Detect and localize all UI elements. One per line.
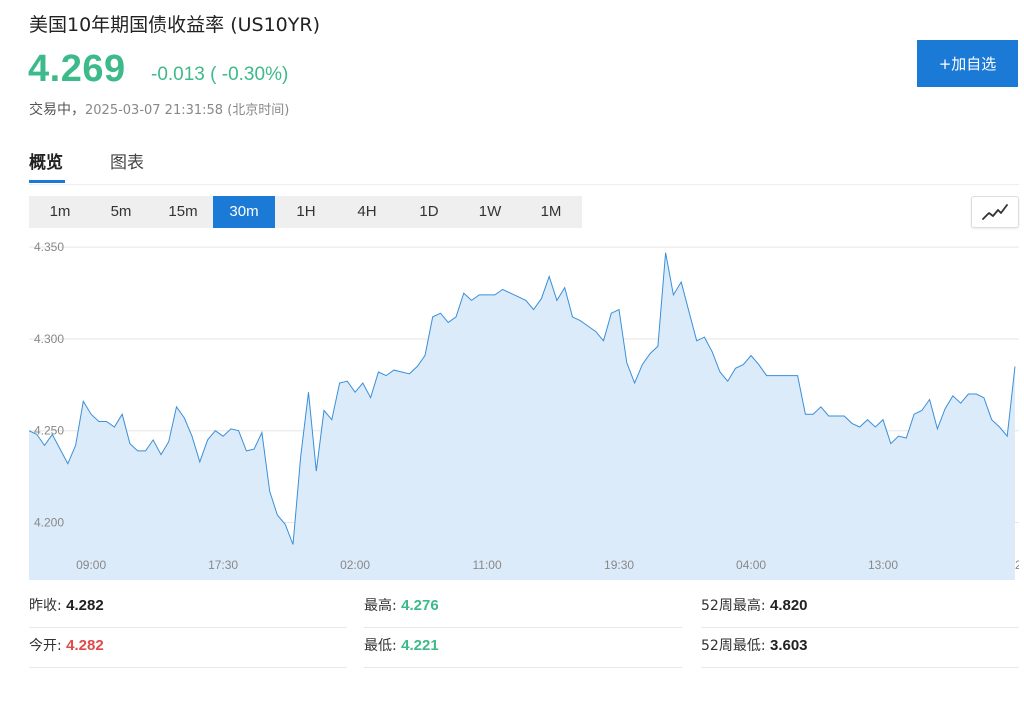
y-tick-label: 4.300 [34,332,64,346]
stat-label: 昨收: [29,598,62,614]
stat-value: 4.282 [66,637,104,654]
x-tick-label: 09:00 [76,558,106,572]
active-tab-indicator [29,180,65,183]
stat-label: 最高: [364,598,397,614]
period-1w[interactable]: 1W [459,196,521,228]
stat-prev-close: 昨收: 4.282 [29,588,347,628]
x-tick-label: 21:3 [1015,558,1019,572]
x-tick-label: 13:00 [868,558,898,572]
x-tick-label: 02:00 [340,558,370,572]
stat-label: 52周最高: [701,598,766,614]
chart-type-button[interactable] [971,196,1019,228]
x-tick-label: 04:00 [736,558,766,572]
line-chart-icon [982,204,1008,220]
y-tick-label: 4.350 [34,240,64,254]
y-tick-label: 4.200 [34,515,64,529]
trading-status: 交易中，2025-03-07 21:31:58 (北京时间) [29,99,289,119]
y-tick-label: 4.250 [34,424,64,438]
stat-value: 4.282 [66,597,104,614]
stat-value: 4.221 [401,637,439,654]
stat-label: 52周最低: [701,638,766,654]
stat-label: 今开: [29,638,62,654]
stat-open: 今开: 4.282 [29,628,347,668]
stat-low: 最低: 4.221 [364,628,682,668]
last-price: 4.269 [28,48,126,90]
add-to-watchlist-button[interactable]: +加自选 [917,40,1018,87]
stat-value: 4.820 [769,597,808,614]
stat-label: 最低: [364,638,397,654]
page-title: 美国10年期国债收益率 (US10YR) [29,14,320,36]
price-chart[interactable]: 4.350 4.300 4.250 4.200 09:00 17:30 02:00 11:0… [29,238,1019,580]
period-1d[interactable]: 1D [398,196,460,228]
stat-value: 4.276 [401,597,439,614]
period-1m[interactable]: 1m [29,196,91,228]
period-selector: 1m 5m 15m 30m 1H 4H 1D 1W 1M [29,196,582,228]
period-1h[interactable]: 1H [275,196,337,228]
stat-row: 今开: 4.282 最低: 4.221 52周最低: 3.603 [29,628,1019,668]
period-5m[interactable]: 5m [90,196,152,228]
tab-bar: 概览 图表 [29,140,1019,185]
x-tick-label: 17:30 [208,558,238,572]
stat-value: 3.603 [769,637,808,654]
period-1mo[interactable]: 1M [520,196,582,228]
period-15m[interactable]: 15m [152,196,214,228]
tab-chart[interactable]: 图表 [110,148,144,173]
x-tick-label: 19:30 [604,558,634,572]
stat-row: 昨收: 4.282 最高: 4.276 52周最高: 4.820 [29,588,1019,628]
tab-overview[interactable]: 概览 [29,148,63,173]
period-4h[interactable]: 4H [336,196,398,228]
period-30m[interactable]: 30m [213,196,275,228]
price-change: -0.013 ( -0.30%) [151,64,289,85]
x-tick-label: 11:00 [472,558,501,572]
stat-high: 最高: 4.276 [364,588,682,628]
stat-52w-high: 52周最高: 4.820 [701,588,1019,628]
status-label: 交易中， [29,102,85,118]
stat-52w-low: 52周最低: 3.603 [701,628,1019,668]
status-time: 2025-03-07 21:31:58 (北京时间) [85,103,290,118]
